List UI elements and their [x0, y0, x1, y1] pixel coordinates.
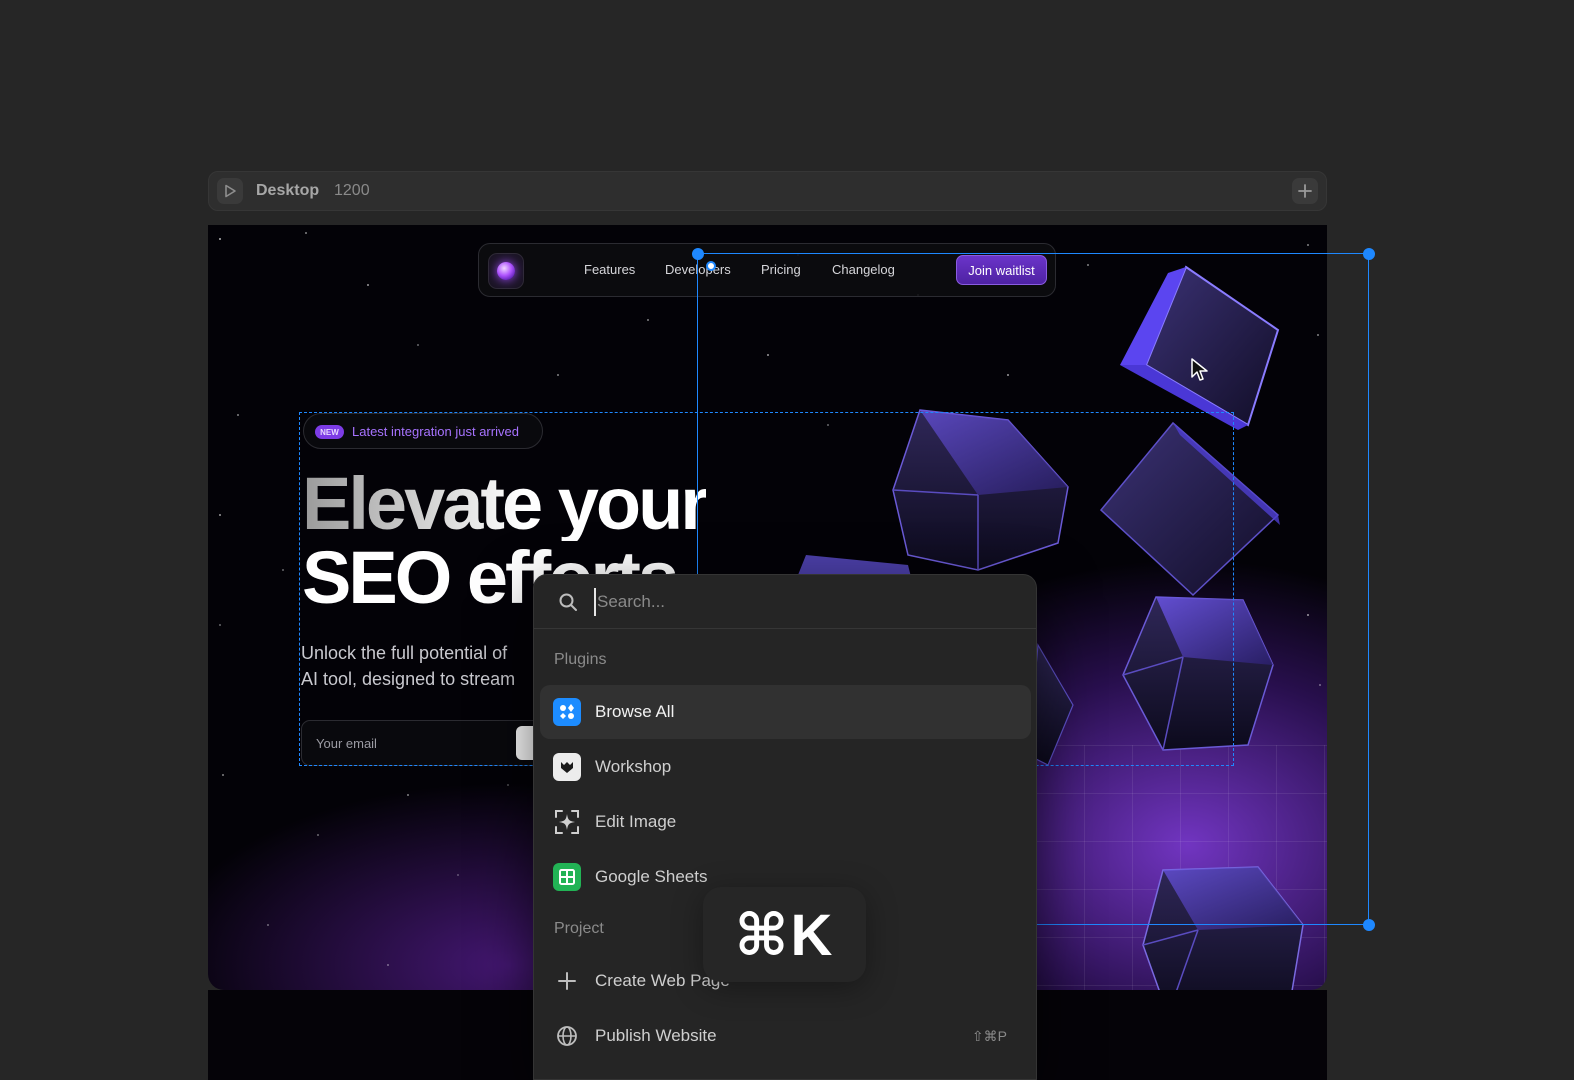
palette-item-browse-all[interactable]: Browse All	[540, 685, 1031, 739]
palette-item-publish-website[interactable]: Publish Website ⇧⌘P	[540, 1009, 1031, 1063]
palette-item-label: Workshop	[595, 757, 672, 776]
palette-item-workshop[interactable]: Workshop	[540, 740, 1031, 794]
palette-search-input[interactable]	[594, 588, 1014, 616]
selection-handle-bottom-right[interactable]	[1363, 919, 1375, 931]
search-icon	[559, 593, 577, 611]
selection-handle-top-left[interactable]	[692, 248, 704, 260]
site-logo[interactable]	[488, 253, 524, 289]
add-breakpoint-button[interactable]	[1292, 178, 1318, 204]
sparkle-icon	[553, 808, 581, 836]
editor-screen: Desktop 1200 Features Developers Pricing…	[0, 0, 1574, 1080]
palette-item-edit-image[interactable]: Edit Image	[540, 795, 1031, 849]
section-label-project: Project	[554, 920, 604, 937]
plus-icon	[553, 967, 581, 995]
play-icon	[225, 184, 236, 198]
palette-item-label: Google Sheets	[595, 867, 708, 886]
command-palette: Plugins Browse All Workshop Edit Image G…	[533, 574, 1037, 1080]
globe-icon	[553, 1022, 581, 1050]
logo-orb-icon	[497, 262, 515, 280]
shortcut-hint: ⇧⌘P	[971, 1028, 1007, 1044]
workshop-icon	[553, 753, 581, 781]
palette-item-label: Edit Image	[595, 812, 677, 831]
sheets-icon	[553, 863, 581, 891]
section-label-plugins: Plugins	[554, 651, 607, 668]
preview-button[interactable]	[217, 178, 243, 204]
nav-link-features[interactable]: Features	[584, 262, 635, 277]
grid-icon	[553, 698, 581, 726]
palette-item-label: Browse All	[595, 702, 675, 721]
frame-toolbar: Desktop 1200	[208, 171, 1327, 211]
plus-icon	[1298, 184, 1312, 198]
rotation-handle[interactable]	[706, 261, 716, 271]
palette-item-label: Publish Website	[595, 1026, 717, 1045]
frame-title[interactable]: Desktop	[256, 182, 319, 200]
palette-search-row	[534, 575, 1036, 629]
mouse-cursor-icon	[1191, 358, 1208, 381]
selection-handle-top-right[interactable]	[1363, 248, 1375, 260]
keyboard-shortcut-overlay: ⌘K	[703, 887, 866, 982]
frame-width-label: 1200	[334, 182, 370, 199]
